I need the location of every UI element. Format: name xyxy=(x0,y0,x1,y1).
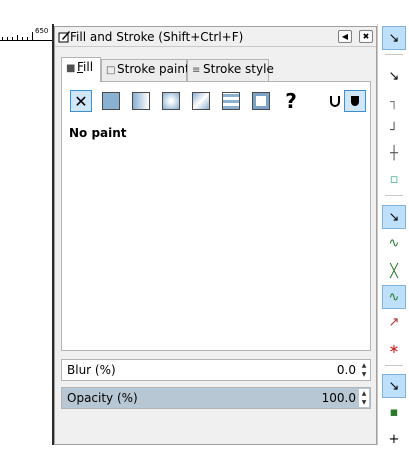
tab-stroke-paint[interactable]: □ Stroke paint xyxy=(101,59,190,81)
pattern-button[interactable] xyxy=(220,90,242,112)
snap-bbox-edge-icon: ┐ xyxy=(390,94,398,110)
snap-bbox-icon: ↘ xyxy=(388,68,400,84)
snap-bbox-edge-button[interactable]: ┐ xyxy=(382,90,406,114)
tab-stroke-paint-label: Stroke paint xyxy=(117,62,190,76)
snap-paths-button[interactable]: ∿ xyxy=(382,231,406,255)
fill-rule-nonzero-button[interactable] xyxy=(344,90,366,112)
toolbar-divider xyxy=(385,195,403,196)
tab-stroke-style[interactable]: ≡ Stroke style xyxy=(187,59,274,81)
snap-bbox-center-button[interactable]: ▫ xyxy=(382,167,406,191)
blur-spin-buttons[interactable]: ▲ ▼ xyxy=(359,361,369,379)
swatch-button[interactable] xyxy=(250,90,272,112)
ruler-label: 650 xyxy=(35,27,49,35)
snap-bbox-center-icon: ▫ xyxy=(389,171,399,187)
swatch-icon xyxy=(252,92,270,110)
linear-gradient-icon xyxy=(132,92,150,110)
fill-rule-nonzero-icon xyxy=(351,96,359,106)
ruler-baseline xyxy=(0,40,52,41)
blur-value[interactable]: 0.0 xyxy=(337,363,356,377)
snap-nodes-button[interactable]: ↘ xyxy=(382,205,406,229)
snap-rotation-center-button[interactable]: + xyxy=(382,427,406,451)
snap-nodes-smooth-button[interactable]: ↗ xyxy=(382,310,406,334)
opacity-value[interactable]: 100.0 xyxy=(322,391,356,405)
stroke-paint-tab-icon: □ xyxy=(106,65,116,76)
dialog-title: Fill and Stroke (Shift+Ctrl+F) xyxy=(70,30,244,44)
dialog-titlebar[interactable]: Fill and Stroke (Shift+Ctrl+F) ◀ ✖ xyxy=(55,27,376,47)
snap-path-intersection-button[interactable]: ╳ xyxy=(382,259,406,283)
snap-bbox-midpoint-icon: ┼ xyxy=(390,145,398,161)
fill-rule-evenodd-button[interactable] xyxy=(324,90,346,112)
snap-enable-icon: ↘ xyxy=(388,30,400,46)
collapse-dialog-button[interactable]: ◀ xyxy=(338,30,352,43)
no-paint-button[interactable]: ✕ xyxy=(70,90,92,112)
tab-fill[interactable]: ■ Fill xyxy=(61,57,101,82)
triangle-left-icon: ◀ xyxy=(341,32,349,41)
toolbar-divider xyxy=(385,365,403,366)
snap-path-intersection-icon: ╳ xyxy=(390,263,398,279)
blur-control[interactable]: Blur (%) 0.0 ▲ ▼ xyxy=(61,359,371,381)
snap-bbox-corner-button[interactable]: ┘ xyxy=(382,118,406,142)
snap-line-midpoint-icon: ∗ xyxy=(388,341,400,357)
snap-others-icon: ↘ xyxy=(388,378,400,394)
fill-rule-evenodd-icon xyxy=(330,96,340,107)
pattern-icon xyxy=(222,92,240,110)
snap-others-button[interactable]: ↘ xyxy=(382,374,406,398)
snap-paths-icon: ∿ xyxy=(388,235,400,251)
snap-line-midpoint-button[interactable]: ∗ xyxy=(382,337,406,361)
toolbar-divider xyxy=(385,54,403,55)
close-dialog-button[interactable]: ✖ xyxy=(359,30,373,43)
paint-status-label: No paint xyxy=(69,126,127,140)
snap-object-center-button[interactable]: ▪ xyxy=(382,400,406,424)
close-icon: ✖ xyxy=(362,32,370,41)
blur-label: Blur (%) xyxy=(67,363,116,377)
no-paint-icon: ✕ xyxy=(74,91,88,111)
radial-gradient-icon xyxy=(162,92,180,110)
question-mark-icon: ? xyxy=(285,89,297,113)
flat-color-button[interactable] xyxy=(100,90,122,112)
chevron-down-icon[interactable]: ▼ xyxy=(359,398,369,407)
fill-tab-panel: ✕ ? No paint xyxy=(61,81,371,351)
opacity-label: Opacity (%) xyxy=(67,391,138,405)
flat-color-icon xyxy=(102,92,120,110)
snap-nodes-icon: ↘ xyxy=(388,209,400,225)
snap-enable-button[interactable]: ↘ xyxy=(382,26,406,50)
unset-paint-button[interactable]: ? xyxy=(280,89,302,113)
opacity-spin-buttons[interactable]: ▲ ▼ xyxy=(359,389,369,407)
radial-gradient-button[interactable] xyxy=(160,90,182,112)
toolbar-separator xyxy=(377,24,378,445)
mesh-gradient-icon xyxy=(192,92,210,110)
snap-bbox-corner-icon: ┘ xyxy=(390,122,398,138)
linear-gradient-button[interactable] xyxy=(130,90,152,112)
snap-bbox-midpoint-button[interactable]: ┼ xyxy=(382,141,406,165)
fill-and-stroke-dialog: Fill and Stroke (Shift+Ctrl+F) ◀ ✖ ■ Fill… xyxy=(54,26,377,445)
chevron-up-icon[interactable]: ▲ xyxy=(359,361,369,370)
snap-nodes-smooth-icon: ↗ xyxy=(388,314,400,330)
fill-tab-icon: ■ xyxy=(66,63,76,74)
stroke-style-tab-icon: ≡ xyxy=(192,65,201,76)
tab-fill-label: ill xyxy=(83,60,94,74)
mesh-gradient-button[interactable] xyxy=(190,90,212,112)
snap-nodes-cusp-icon: ∿ xyxy=(388,289,400,305)
opacity-control[interactable]: Opacity (%) 100.0 ▲ ▼ xyxy=(61,387,371,409)
snap-object-center-icon: ▪ xyxy=(389,404,399,420)
snap-nodes-cusp-button[interactable]: ∿ xyxy=(382,285,406,309)
snap-bbox-button[interactable]: ↘ xyxy=(382,64,406,88)
tab-stroke-style-label: Stroke style xyxy=(203,62,274,76)
chevron-down-icon[interactable]: ▼ xyxy=(359,370,369,379)
chevron-up-icon[interactable]: ▲ xyxy=(359,389,369,398)
snap-rotation-center-icon: + xyxy=(388,431,400,447)
